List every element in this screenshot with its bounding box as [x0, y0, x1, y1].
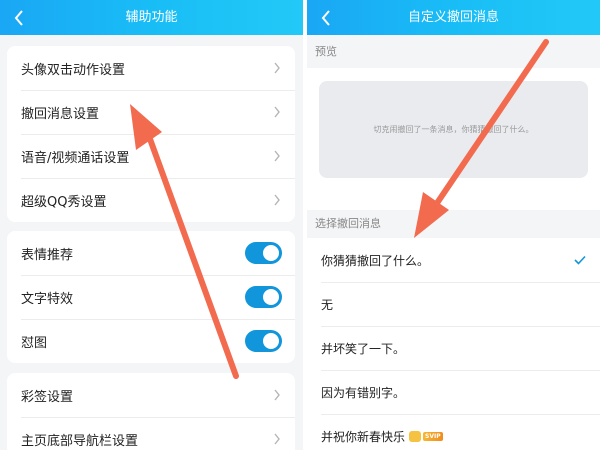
list-item-diss-image: 怼图: [7, 319, 295, 363]
option-label: 因为有错别字。: [321, 385, 406, 400]
svip-badge: SVIP: [423, 431, 443, 441]
option-label: 你猜猜撤回了什么。: [321, 253, 430, 268]
option-label: 并祝你新春快乐: [321, 429, 406, 444]
page-title: 辅助功能: [125, 10, 178, 25]
list-item-text-effects: 文字特效: [7, 275, 295, 319]
recall-option[interactable]: 你猜猜撤回了什么。: [307, 238, 600, 282]
check-icon: [574, 255, 586, 265]
ox-emoji-icon: [409, 430, 422, 442]
text-effects-toggle[interactable]: [245, 286, 282, 308]
recall-option[interactable]: 并祝你新春快乐 SVIP: [307, 414, 600, 450]
list-item-label: 语音/视频通话设置: [21, 150, 130, 166]
list-item-color-tag[interactable]: 彩签设置: [7, 373, 295, 417]
list-item-bottom-nav[interactable]: 主页底部导航栏设置: [7, 417, 295, 450]
preview-bubble: 切克闹撤回了一条消息，你猜猜撤回了什么。: [319, 81, 588, 178]
chevron-right-icon: [274, 62, 280, 74]
option-label: 并坏笑了一下。: [321, 341, 406, 356]
toggle-knob: [263, 245, 279, 261]
settings-group-1: 头像双击动作设置 撤回消息设置 语音/视频通话设置 超级QQ秀设置: [7, 46, 295, 222]
chevron-right-icon: [274, 150, 280, 162]
chevron-right-icon: [274, 433, 280, 445]
toggle-knob: [263, 289, 279, 305]
list-item-super-qq-show[interactable]: 超级QQ秀设置: [7, 178, 295, 222]
chevron-right-icon: [274, 194, 280, 206]
recall-option[interactable]: 因为有错别字。: [307, 370, 600, 414]
list-item-label: 撤回消息设置: [21, 106, 100, 122]
preview-section-label: 预览: [307, 35, 600, 68]
recall-option[interactable]: 并坏笑了一下。: [307, 326, 600, 370]
diss-image-toggle[interactable]: [245, 330, 282, 352]
preview-area: 切克闹撤回了一条消息，你猜猜撤回了什么。: [307, 68, 600, 180]
list-item-label: 彩签设置: [21, 389, 74, 405]
list-item-avatar-double-tap[interactable]: 头像双击动作设置: [7, 46, 295, 90]
list-item-label: 主页底部导航栏设置: [21, 433, 139, 449]
spacer: [307, 180, 600, 210]
list-item-sticker-recommend: 表情推荐: [7, 231, 295, 275]
list-item-label: 怼图: [21, 335, 48, 351]
right-header: 自定义撤回消息: [307, 0, 600, 35]
chevron-right-icon: [274, 389, 280, 401]
chevron-right-icon: [274, 106, 280, 118]
list-item-label: 超级QQ秀设置: [21, 194, 107, 210]
list-item-label: 头像双击动作设置: [21, 62, 126, 78]
toggle-knob: [263, 333, 279, 349]
recall-option[interactable]: 无: [307, 282, 600, 326]
right-screen: 自定义撤回消息 预览 切克闹撤回了一条消息，你猜猜撤回了什么。 选择撤回消息 你…: [307, 0, 600, 450]
option-label: 无: [321, 297, 334, 312]
left-screen: 辅助功能 头像双击动作设置 撤回消息设置 语音/视频通话设置 超级QQ秀设置 表…: [0, 0, 303, 450]
left-header: 辅助功能: [0, 0, 303, 35]
vip-badge: SVIP: [409, 430, 443, 442]
list-item-label: 表情推荐: [21, 247, 74, 263]
sticker-recommend-toggle[interactable]: [245, 242, 282, 264]
list-item-label: 文字特效: [21, 291, 74, 307]
page-title: 自定义撤回消息: [407, 10, 499, 25]
select-section-label: 选择撤回消息: [307, 210, 600, 238]
settings-group-2: 表情推荐 文字特效 怼图: [7, 231, 295, 363]
recall-options-list: 你猜猜撤回了什么。 无 并坏笑了一下。 因为有错别字。 并祝你新春快乐 SVIP: [307, 238, 600, 450]
preview-text: 切克闹撤回了一条消息，你猜猜撤回了什么。: [373, 125, 534, 134]
list-item-recall-message[interactable]: 撤回消息设置: [7, 90, 295, 134]
settings-group-3: 彩签设置 主页底部导航栏设置: [7, 373, 295, 450]
list-item-voice-video-call[interactable]: 语音/视频通话设置: [7, 134, 295, 178]
